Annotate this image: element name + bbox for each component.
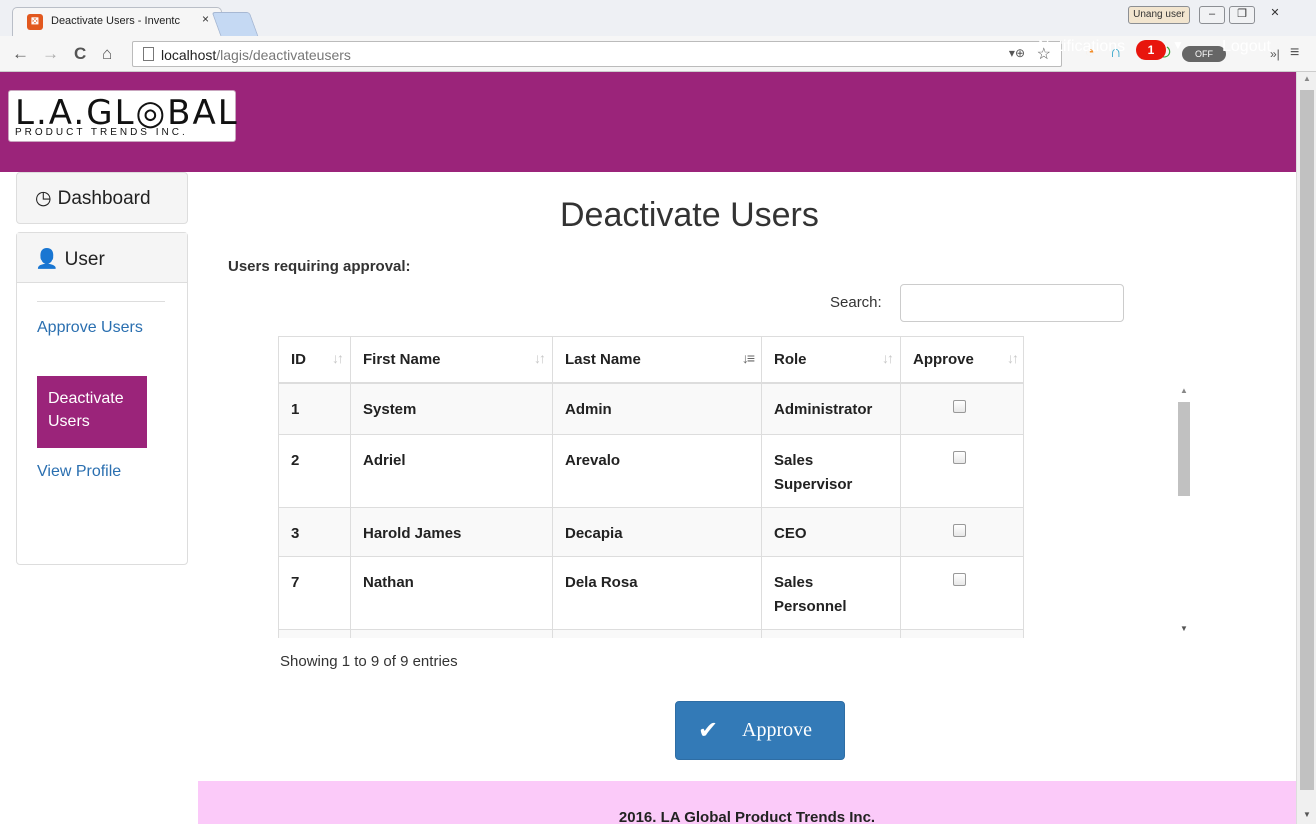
approve-checkbox[interactable] [953, 573, 966, 586]
reload-icon[interactable]: C [74, 44, 86, 64]
notifications-link[interactable]: Notifications [1038, 38, 1125, 56]
back-icon[interactable]: ← [12, 44, 29, 64]
app-header: L.A.GL◎BAL PRODUCT TRENDS INC. [0, 72, 1296, 172]
home-icon[interactable]: ⌂ [102, 44, 112, 64]
approve-checkbox[interactable] [953, 400, 966, 413]
close-window-icon[interactable]: ✕ [1262, 6, 1288, 24]
page-icon [143, 47, 154, 61]
dashboard-gauge-icon: ◷ [35, 188, 52, 209]
section-label: Users requiring approval: [228, 258, 411, 275]
scroll-down-icon[interactable]: ▼ [1303, 810, 1311, 819]
column-header-role[interactable]: Role ↓↑ [762, 337, 901, 383]
favicon-icon: ⊠ [27, 14, 43, 30]
table-row: 7 Nathan Dela Rosa Sales Personnel [279, 557, 1023, 630]
sort-icon: ↓↑ [1007, 350, 1019, 366]
table-row: 3 Harold James Decapia CEO [279, 508, 1023, 557]
sort-ascending-icon: ↓≡ [741, 350, 755, 366]
logo-sub-text: PRODUCT TRENDS INC. [15, 127, 188, 138]
minimize-icon[interactable]: – [1199, 6, 1225, 24]
caret-down-icon[interactable]: ▼ [1172, 38, 1184, 52]
address-bar[interactable]: localhost/lagis/deactivateusers ▾⊕ ☆ [132, 41, 1062, 67]
company-logo[interactable]: L.A.GL◎BAL PRODUCT TRENDS INC. [8, 90, 237, 142]
sidebar-item-label: Deactivate Users [48, 390, 124, 430]
footer-text: 2016. LA Global Product Trends Inc. [618, 809, 876, 824]
entries-info: Showing 1 to 9 of 9 entries [280, 653, 458, 670]
approve-checkbox[interactable] [953, 451, 966, 464]
approve-checkbox[interactable] [953, 524, 966, 537]
table-row: 1 System Admin Administrator [279, 384, 1023, 435]
tab-title: Deactivate Users - Inventc [51, 15, 180, 27]
search-label: Search: [830, 294, 882, 311]
approve-button[interactable]: ✔ Approve [675, 701, 845, 760]
sidebar-divider [37, 301, 165, 302]
scrollbar-thumb[interactable] [1300, 90, 1314, 790]
menu-icon[interactable]: ≡ [1290, 44, 1299, 62]
browser-tab[interactable]: ⊠ Deactivate Users - Inventc × [12, 7, 222, 36]
checkmark-icon: ✔ [698, 716, 719, 744]
sort-icon: ↓↑ [332, 350, 344, 366]
profile-badge[interactable]: Unang user [1128, 6, 1190, 24]
table-row: 2 Adriel Arevalo Sales Supervisor [279, 435, 1023, 508]
toggle-off-icon[interactable]: OFF [1182, 46, 1226, 62]
table-row-partial [279, 630, 1023, 638]
table-header: ID ↓↑ First Name ↓↑ Last Name ↓≡ Role ↓↑ App… [278, 336, 1024, 384]
sort-icon: ↓↑ [882, 350, 894, 366]
notifications-count-badge[interactable]: 1 [1136, 40, 1166, 60]
sidebar-user-label: User [64, 249, 105, 270]
browser-titlebar: ⊠ Deactivate Users - Inventc × Unang use… [0, 0, 1316, 36]
sidebar-user-panel: 👤 User Approve Users Deactivate Users Vie… [16, 232, 188, 565]
url-text[interactable]: localhost/lagis/deactivateusers [161, 47, 351, 63]
maximize-icon[interactable]: ❐ [1229, 6, 1255, 24]
table-body[interactable]: 1 System Admin Administrator 2 Adriel Ar… [278, 384, 1024, 638]
scroll-up-icon[interactable]: ▲ [1180, 386, 1188, 395]
approve-button-label: Approve [742, 719, 812, 741]
column-header-last-name[interactable]: Last Name ↓≡ [553, 337, 762, 383]
forward-icon[interactable]: → [42, 44, 59, 64]
sidebar-item-approve-users[interactable]: Approve Users [37, 316, 147, 339]
scrollbar-thumb[interactable] [1178, 402, 1190, 496]
search-input[interactable] [900, 284, 1124, 322]
overflow-icon[interactable]: »| [1270, 47, 1280, 61]
sidebar-item-deactivate-users[interactable]: Deactivate Users [37, 376, 147, 448]
tab-close-icon[interactable]: × [202, 12, 209, 26]
scroll-down-icon[interactable]: ▼ [1180, 624, 1188, 633]
sidebar-dashboard-label: Dashboard [57, 188, 151, 209]
column-header-first-name[interactable]: First Name ↓↑ [351, 337, 553, 383]
page-scrollbar[interactable]: ▲ ▼ [1296, 72, 1316, 824]
zoom-icon[interactable]: ▾⊕ [1009, 46, 1025, 60]
page-footer: 2016. LA Global Product Trends Inc. [198, 781, 1296, 824]
new-tab-button[interactable] [211, 12, 259, 36]
sort-icon: ↓↑ [534, 350, 546, 366]
column-header-id[interactable]: ID ↓↑ [279, 337, 351, 383]
page-title: Deactivate Users [560, 196, 819, 234]
user-icon: 👤 [35, 249, 59, 270]
logout-link[interactable]: Logout [1222, 38, 1271, 56]
scroll-up-icon[interactable]: ▲ [1303, 74, 1311, 83]
sidebar-item-dashboard[interactable]: ◷ Dashboard [16, 172, 188, 224]
table-scrollbar[interactable]: ▲ ▼ [1176, 384, 1192, 638]
column-header-approve[interactable]: Approve ↓↑ [901, 337, 1025, 383]
sidebar-item-user[interactable]: 👤 User [17, 233, 187, 283]
sidebar-item-view-profile[interactable]: View Profile [37, 460, 147, 483]
